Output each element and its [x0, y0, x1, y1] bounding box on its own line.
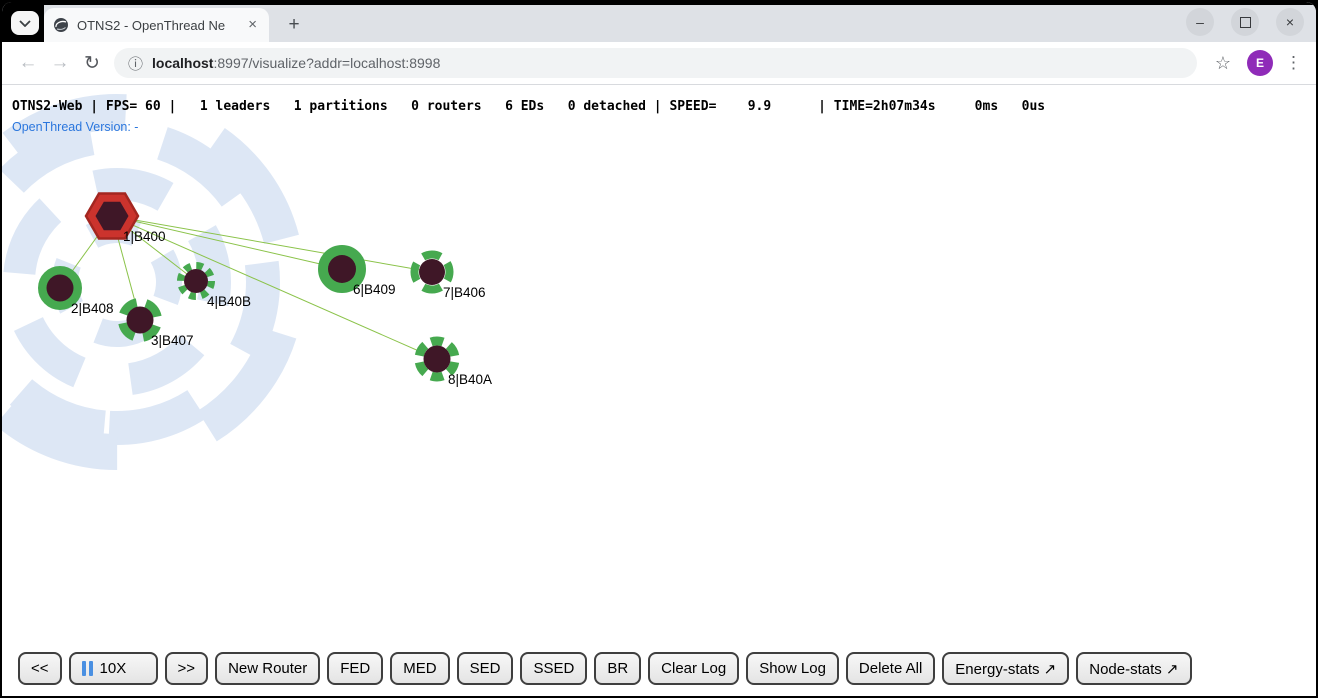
site-info-icon[interactable]: ⓘ [128, 53, 143, 74]
openthread-version-text: OpenThread Version: - [12, 120, 138, 134]
button-label: Energy-stats ↗ [955, 660, 1056, 678]
button-label: FED [340, 660, 370, 677]
forward-icon[interactable]: → [44, 47, 76, 79]
node-core [47, 275, 74, 302]
button-label: Node-stats ↗ [1089, 660, 1178, 678]
button-label: BR [607, 660, 628, 677]
tab-title: OTNS2 - OpenThread Ne [77, 18, 237, 33]
node-label: 6|B409 [353, 282, 396, 297]
node-label: 3|B407 [151, 333, 194, 348]
navigation-bar: ← → ↻ ⓘ localhost:8997/visualize?addr=lo… [2, 42, 1316, 85]
tab-strip: OTNS2 - OpenThread Ne × + – × [2, 2, 1316, 42]
maximize-icon [1240, 17, 1251, 28]
button-label: << [31, 660, 49, 677]
node-core [328, 255, 356, 283]
button-label: SED [470, 660, 501, 677]
chevron-down-icon [19, 14, 31, 32]
back-icon[interactable]: ← [12, 47, 44, 79]
profile-avatar[interactable]: E [1247, 50, 1273, 76]
energy-stats-button[interactable]: Energy-stats ↗ [942, 652, 1069, 685]
action-toolbar: << 10X >> New Router FED MED SED SSED BR Clear Lo… [18, 652, 1192, 685]
browser-window: OTNS2 - OpenThread Ne × + – × ← → ↻ ⓘ lo… [2, 2, 1316, 696]
button-label: 10X [100, 660, 127, 677]
bookmark-star-icon[interactable]: ☆ [1215, 53, 1231, 74]
button-label: SSED [533, 660, 574, 677]
button-label: Clear Log [661, 660, 726, 677]
node-core [424, 346, 451, 373]
tab-search-button[interactable] [11, 11, 39, 35]
button-label: New Router [228, 660, 307, 677]
button-label: >> [178, 660, 196, 677]
network-canvas[interactable] [2, 86, 1316, 696]
med-button[interactable]: MED [390, 652, 449, 685]
simulation-status-bar: OTNS2-Web | FPS= 60 | 1 leaders 1 partit… [12, 99, 1045, 114]
node-label: 2|B408 [71, 301, 114, 316]
new-tab-button[interactable]: + [282, 13, 306, 37]
br-button[interactable]: BR [594, 652, 641, 685]
sed-button[interactable]: SED [457, 652, 514, 685]
speed-button[interactable]: 10X [69, 652, 158, 685]
node-label: 8|B40A [448, 372, 492, 387]
page-content: 1|B400 2|B408 3|B407 4|B40B 6|B409 7|B406 8|B4… [2, 86, 1316, 696]
maximize-button[interactable] [1231, 8, 1259, 36]
node-label: 4|B40B [207, 294, 251, 309]
new-router-button[interactable]: New Router [215, 652, 320, 685]
browser-tab[interactable]: OTNS2 - OpenThread Ne × [44, 8, 269, 42]
button-label: Delete All [859, 660, 922, 677]
close-button[interactable]: × [1276, 8, 1304, 36]
button-label: MED [403, 660, 436, 677]
delete-all-button[interactable]: Delete All [846, 652, 935, 685]
node-core [127, 307, 154, 334]
node-label: 1|B400 [123, 229, 166, 244]
window-controls: – × [1186, 8, 1304, 36]
node-label: 7|B406 [443, 285, 486, 300]
url-path: :8997/visualize?addr=localhost:8998 [213, 55, 440, 71]
pause-icon [82, 661, 93, 676]
clear-log-button[interactable]: Clear Log [648, 652, 739, 685]
browser-menu-icon[interactable]: ⋮ [1285, 53, 1302, 73]
refresh-icon[interactable]: ↻ [76, 47, 108, 79]
url-text: localhost:8997/visualize?addr=localhost:… [152, 55, 440, 71]
node-core [419, 259, 445, 285]
globe-favicon-icon [53, 17, 69, 33]
address-bar[interactable]: ⓘ localhost:8997/visualize?addr=localhos… [114, 48, 1197, 78]
speed-up-button[interactable]: >> [165, 652, 209, 685]
ssed-button[interactable]: SSED [520, 652, 587, 685]
speed-down-button[interactable]: << [18, 652, 62, 685]
minimize-button[interactable]: – [1186, 8, 1214, 36]
url-host: localhost [152, 55, 213, 71]
show-log-button[interactable]: Show Log [746, 652, 839, 685]
node-core [184, 269, 208, 293]
node-stats-button[interactable]: Node-stats ↗ [1076, 652, 1191, 685]
button-label: Show Log [759, 660, 826, 677]
tab-close-icon[interactable]: × [245, 17, 260, 33]
fed-button[interactable]: FED [327, 652, 383, 685]
